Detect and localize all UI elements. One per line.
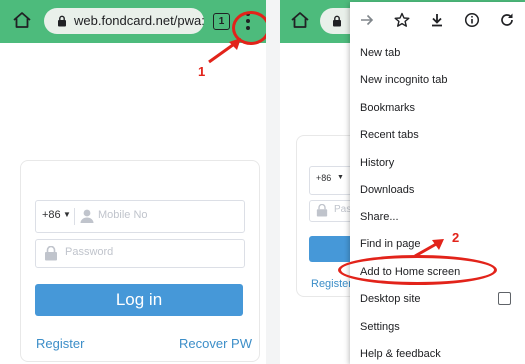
mobile-field[interactable]: +86 ▼ Mobile No [35, 200, 245, 233]
info-icon[interactable] [464, 12, 480, 28]
recover-password-link[interactable]: Recover PW [179, 336, 252, 351]
browser-overflow-menu: New tab New incognito tab Bookmarks Rece… [350, 2, 525, 364]
chevron-down-icon[interactable]: ▼ [337, 174, 344, 181]
screens-divider [266, 0, 280, 364]
tab-switcher-button[interactable]: 1 [213, 13, 230, 30]
menu-item-new-tab[interactable]: New tab [360, 47, 400, 59]
download-icon[interactable] [429, 12, 445, 28]
desktop-site-checkbox[interactable] [498, 292, 511, 305]
menu-item-desktop-site[interactable]: Desktop site [360, 293, 421, 305]
field-divider [74, 208, 75, 225]
menu-item-history[interactable]: History [360, 157, 394, 169]
register-link[interactable]: Register [311, 278, 352, 290]
address-bar[interactable]: web.fondcard.net/pwa: [44, 8, 204, 34]
menu-icon-row [350, 9, 525, 35]
login-card: +86 ▼ Mobile No Password Log in Register… [20, 160, 260, 362]
right-screen: v +86 ▼ Pas Register [280, 0, 525, 364]
annotation-oval [338, 255, 497, 285]
star-icon[interactable] [394, 12, 410, 28]
lock-icon [333, 15, 341, 27]
country-code-select[interactable]: +86 [42, 209, 61, 221]
user-icon [80, 209, 94, 223]
lock-icon [58, 15, 66, 27]
lock-icon [45, 246, 57, 261]
refresh-icon[interactable] [499, 12, 515, 28]
lock-icon [316, 204, 328, 217]
menu-item-new-incognito-tab[interactable]: New incognito tab [360, 74, 447, 86]
annotation-arrow-icon [414, 239, 444, 258]
menu-item-downloads[interactable]: Downloads [360, 184, 414, 196]
home-icon[interactable] [11, 9, 33, 31]
register-link[interactable]: Register [36, 336, 84, 351]
home-icon[interactable] [289, 9, 311, 31]
annotation-arrow-icon [208, 38, 241, 64]
left-screen: web.fondcard.net/pwa: 1 1 +86 ▼ Mobile N… [0, 0, 266, 364]
menu-item-share[interactable]: Share... [360, 211, 399, 223]
menu-item-recent-tabs[interactable]: Recent tabs [360, 129, 419, 141]
login-button[interactable]: Log in [35, 284, 243, 316]
menu-item-settings[interactable]: Settings [360, 321, 400, 333]
password-placeholder: Pas [334, 204, 352, 215]
menu-item-bookmarks[interactable]: Bookmarks [360, 102, 415, 114]
forward-icon[interactable] [359, 12, 375, 28]
country-code-select[interactable]: +86 [316, 173, 331, 183]
chevron-down-icon[interactable]: ▼ [63, 210, 71, 219]
annotation-step-2: 2 [452, 230, 460, 245]
annotation-step-1: 1 [198, 64, 206, 79]
password-field[interactable]: Password [35, 239, 245, 268]
mobile-placeholder: Mobile No [98, 209, 148, 221]
menu-item-help-feedback[interactable]: Help & feedback [360, 348, 441, 360]
password-placeholder: Password [65, 246, 114, 258]
url-text: web.fondcard.net/pwa: [74, 13, 204, 28]
